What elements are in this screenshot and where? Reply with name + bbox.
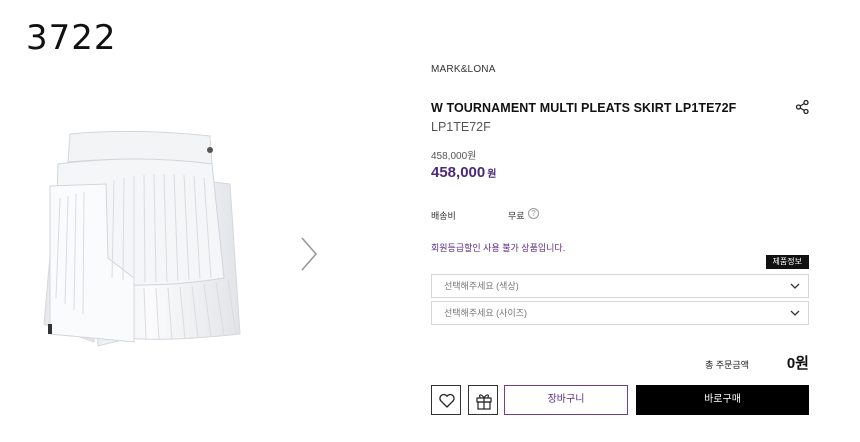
size-select[interactable]: 선택해주세요 (사이즈) — [431, 301, 809, 325]
add-to-cart-button[interactable]: 장바구니 — [504, 385, 628, 415]
product-info-button[interactable]: 제품정보 — [765, 255, 809, 269]
chevron-down-icon — [790, 310, 800, 316]
sale-price: 458,000 원 — [431, 164, 496, 181]
product-code: LP1TE72F — [431, 120, 491, 134]
buy-now-button[interactable]: 바로구매 — [636, 385, 809, 415]
color-select[interactable]: 선택해주세요 (색상) — [431, 274, 809, 298]
share-icon[interactable] — [796, 100, 809, 114]
help-icon[interactable]: ? — [528, 208, 539, 219]
shipping-value: 무료 — [508, 211, 525, 221]
shipping-label: 배송비 — [431, 211, 456, 221]
product-image — [43, 130, 241, 347]
sale-price-value: 458,000 — [431, 164, 486, 181]
heart-icon — [439, 393, 455, 408]
total-value: 0원 — [786, 355, 809, 372]
original-price: 458,000원 — [431, 151, 477, 162]
size-select-placeholder: 선택해주세요 (사이즈) — [444, 308, 528, 318]
currency-unit: 원 — [487, 169, 497, 180]
total-label: 총 주문금액 — [705, 360, 749, 370]
gift-icon — [476, 394, 492, 410]
chevron-right-icon[interactable] — [298, 236, 320, 272]
chevron-down-icon — [790, 283, 800, 289]
page-number: 3722 — [26, 18, 117, 58]
member-discount-note: 회원등급할인 사용 불가 상품입니다. — [431, 243, 566, 253]
color-select-placeholder: 선택해주세요 (색상) — [444, 281, 519, 291]
brand-name[interactable]: MARK&LONA — [431, 64, 496, 75]
product-title: W TOURNAMENT MULTI PLEATS SKIRT LP1TE72F — [431, 101, 737, 115]
product-info-panel: MARK&LONA W TOURNAMENT MULTI PLEATS SKIR… — [431, 0, 809, 442]
gift-button[interactable] — [468, 385, 498, 415]
wishlist-button[interactable] — [431, 385, 461, 415]
